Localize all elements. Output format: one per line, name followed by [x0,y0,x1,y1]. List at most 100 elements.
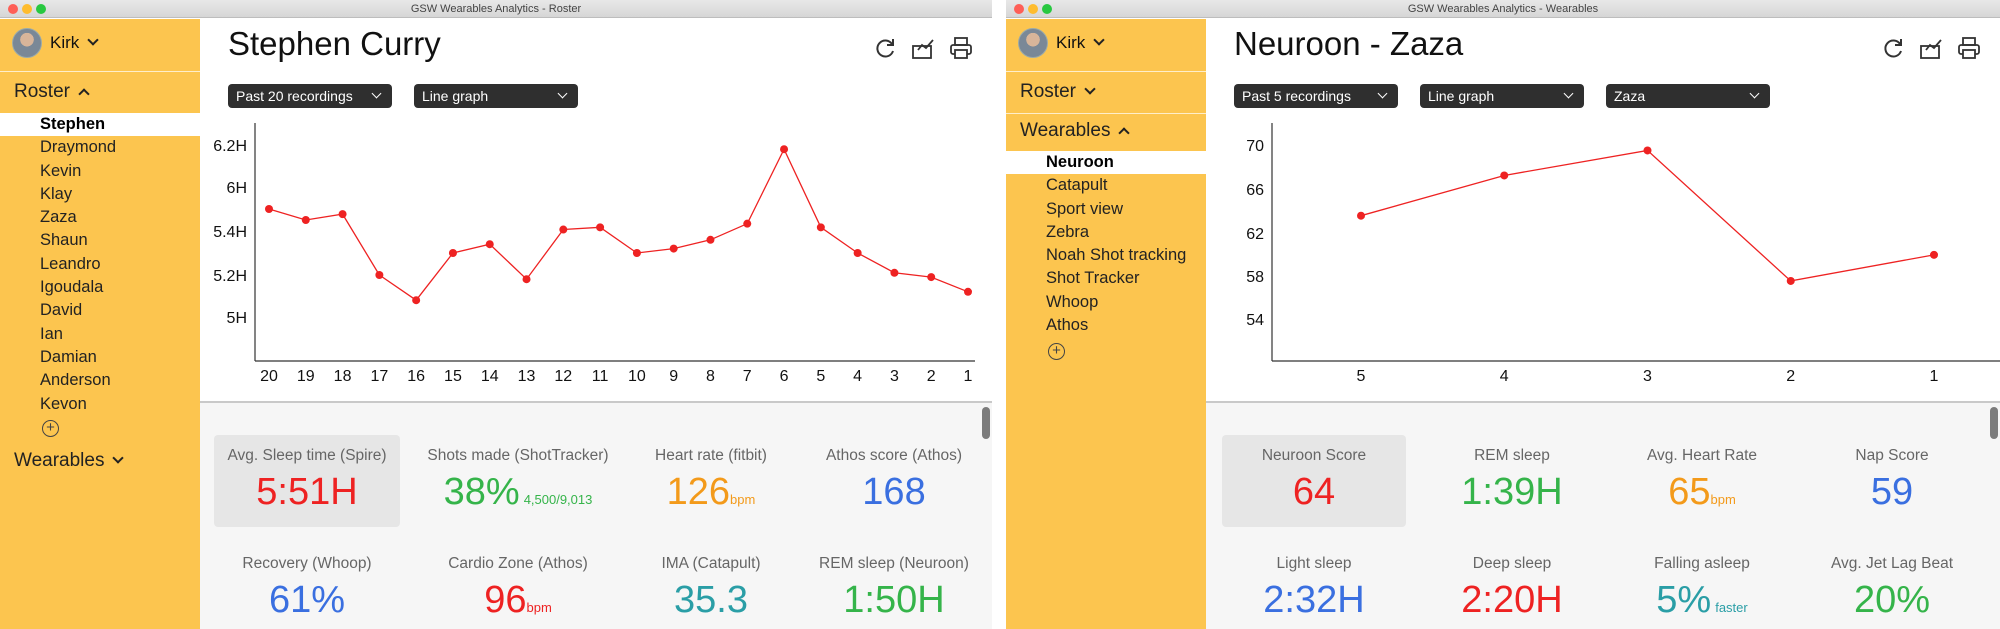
stat-number: 5% [1656,579,1712,621]
stat-card[interactable]: IMA (Catapult) 35.3 [630,543,792,629]
y-tick-label: 70 [1246,138,1264,155]
stat-card[interactable]: Light sleep 2:32H [1222,543,1406,629]
roster-item-igoudala[interactable]: Igoudala [0,276,200,299]
stat-card[interactable]: Avg. Jet Lag Beat 20% [1802,543,1982,629]
y-tick-label: 6.2H [213,138,247,155]
wearable-item-neuroon[interactable]: Neuroon [1006,151,1206,175]
chevron-down-icon [1749,88,1760,99]
roster-item-ian[interactable]: Ian [0,323,200,346]
roster-item-kevon[interactable]: Kevon [0,393,200,416]
chevron-up-icon [78,88,90,100]
roster-item-anderson[interactable]: Anderson [0,369,200,392]
stat-value: 5:51H [214,471,400,514]
window-gap [992,0,1006,629]
roster-item-david[interactable]: David [0,299,200,322]
data-point [927,273,936,282]
roster-item-stephen[interactable]: Stephen [0,113,200,137]
print-icon[interactable] [1956,35,1982,61]
user-menu[interactable]: Kirk [12,25,99,61]
y-tick-label: 62 [1246,226,1264,243]
wearable-item-whoop[interactable]: Whoop [1006,291,1206,314]
stat-card[interactable]: Athos score (Athos) 168 [804,435,984,527]
data-point [1357,211,1365,220]
add-wearable-icon[interactable]: + [1048,343,1065,360]
chevron-down-icon [112,452,125,464]
line-chart: 6.2H6H5.4H5.2H5H20 19 18 17 16 15 14 13 12 11 10 9 8… [213,123,975,385]
y-tick-label: 54 [1246,312,1264,329]
section-wearables[interactable]: Wearables [1020,120,1131,142]
roster-item-zaza[interactable]: Zaza [0,206,200,229]
data-point [964,287,972,296]
stat-card[interactable]: Falling asleep 5% faster [1602,543,1802,629]
wearables-list: Neuroon Catapult Sport view Zebra Noah Shot … [1006,151,1206,337]
x-tick-label: 15 [444,368,462,385]
stat-subtext: faster [1715,600,1748,615]
stat-card[interactable]: Neuroon Score 64 [1222,435,1406,527]
roster-item-klay[interactable]: Klay [0,183,200,206]
stat-card[interactable]: Recovery (Whoop) 61% [214,543,400,629]
stats-panel: Avg. Sleep time (Spire) 5:51H Shots made (… [200,403,992,629]
stat-value: 61% [214,579,400,622]
stat-card[interactable]: Nap Score 59 [1802,435,1982,527]
chart-type-select[interactable]: Line graph [1420,84,1584,108]
user-menu[interactable]: Kirk [1018,25,1105,61]
toolbar [872,35,974,61]
stat-subtext: 4,500/9,013 [523,492,593,507]
stat-number: 38% [443,471,520,513]
x-tick-label: 3 [890,368,899,385]
section-roster[interactable]: Roster [14,81,90,103]
stat-number: 35.3 [674,579,748,621]
stat-card[interactable]: Cardio Zone (Athos) 96bpm [422,543,614,629]
stat-number: 59 [1870,471,1914,513]
add-player-icon[interactable]: + [42,420,59,437]
section-wearables[interactable]: Wearables [14,450,125,472]
stat-card[interactable]: Heart rate (fitbit) 126bpm [630,435,792,527]
stat-card[interactable]: Deep sleep 2:20H [1422,543,1602,629]
wearable-item-sport-view[interactable]: Sport view [1006,198,1206,221]
stat-card[interactable]: Avg. Heart Rate 65bpm [1602,435,1802,527]
roster-item-damian[interactable]: Damian [0,346,200,369]
stat-label: Deep sleep [1472,555,1552,572]
stat-label: REM sleep (Neuroon) [819,555,969,572]
refresh-icon[interactable] [1880,35,1906,61]
roster-item-draymond[interactable]: Draymond [0,136,200,159]
x-tick-label: 12 [554,368,572,385]
stat-card[interactable]: Avg. Sleep time (Spire) 5:51H [214,435,400,527]
series-line [268,147,969,302]
roster-item-shaun[interactable]: Shaun [0,229,200,252]
stat-value: 64 [1222,471,1406,514]
wearable-item-zebra[interactable]: Zebra [1006,221,1206,244]
divider [1006,71,1206,72]
y-tick-label: 5.2H [213,268,247,285]
share-icon[interactable] [1918,35,1944,61]
wearable-item-shot-tracker[interactable]: Shot Tracker [1006,267,1206,290]
wearable-item-catapult[interactable]: Catapult [1006,174,1206,197]
data-point [1643,146,1652,155]
section-roster[interactable]: Roster [1020,81,1096,103]
stat-label: REM sleep [1474,447,1550,464]
share-icon[interactable] [910,35,936,61]
roster-item-leandro[interactable]: Leandro [0,253,200,276]
player-select[interactable]: Zaza [1606,84,1770,108]
stat-card[interactable]: Shots made (ShotTracker) 38% 4,500/9,013 [422,435,614,527]
x-tick-label: 2 [927,368,936,385]
chart-type-select[interactable]: Line graph [414,84,578,108]
y-tick-label: 66 [1246,182,1264,199]
window-title: GSW Wearables Analytics - Wearables [1407,3,1599,15]
range-select[interactable]: Past 20 recordings [228,84,392,108]
roster-list: Stephen Draymond Kevin Klay Zaza Shaun Leandro… [0,113,200,416]
stat-label: Athos score (Athos) [825,447,963,464]
stat-card[interactable]: REM sleep 1:39H [1422,435,1602,527]
data-point [338,210,347,219]
data-point [890,268,899,277]
wearable-item-athos[interactable]: Athos [1006,314,1206,337]
roster-item-kevin[interactable]: Kevin [0,160,200,183]
stat-card[interactable]: REM sleep (Neuroon) 1:50H [804,543,984,629]
refresh-icon[interactable] [872,35,898,61]
scrollbar-thumb[interactable] [1990,407,1998,439]
stat-number: 61% [268,579,346,621]
stat-number: 5:51H [256,471,358,513]
print-icon[interactable] [948,35,974,61]
wearable-item-noah-shot-tracking[interactable]: Noah Shot tracking [1006,244,1206,267]
range-select[interactable]: Past 5 recordings [1234,84,1398,108]
